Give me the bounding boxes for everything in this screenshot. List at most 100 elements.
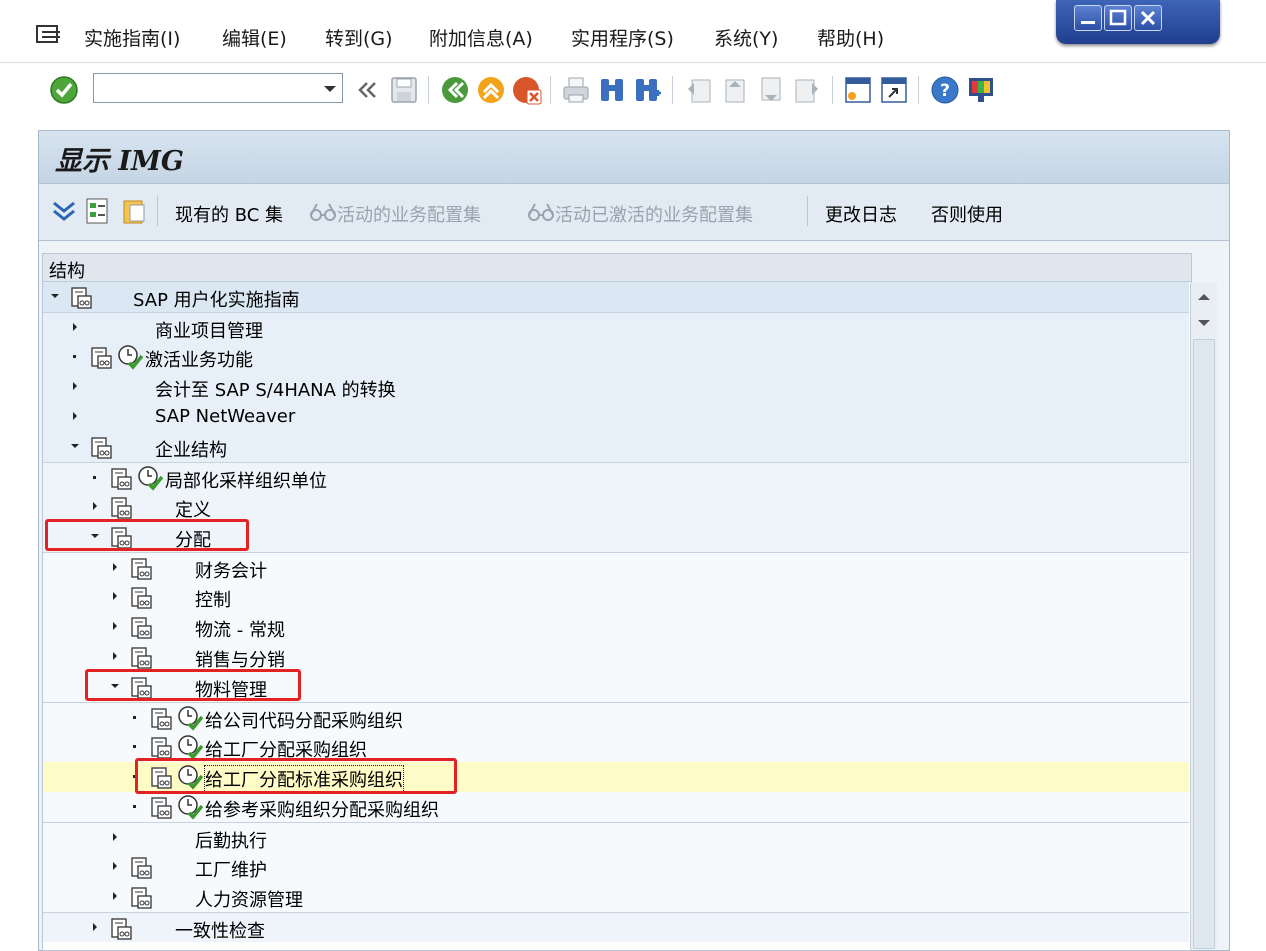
tree-node[interactable]: 一致性检查 bbox=[43, 912, 1189, 942]
tree-node-label[interactable]: 一致性检查 bbox=[175, 917, 265, 943]
tree-node-label[interactable]: 给公司代码分配采购组织 bbox=[205, 707, 403, 733]
tree-node[interactable]: 后勤执行 bbox=[43, 822, 1189, 852]
document-icon[interactable] bbox=[129, 646, 153, 670]
tree-node-label[interactable]: 物流 - 常规 bbox=[195, 616, 285, 642]
tree-node[interactable]: 商业项目管理 bbox=[43, 312, 1189, 342]
menu-item-system[interactable]: 系统(Y) bbox=[714, 24, 778, 51]
expand-arrow-icon[interactable] bbox=[73, 412, 77, 420]
expand-arrow-icon[interactable] bbox=[113, 622, 117, 630]
expand-arrow-icon[interactable] bbox=[73, 323, 77, 331]
document-icon[interactable] bbox=[149, 796, 173, 820]
structure-icon[interactable] bbox=[85, 197, 111, 225]
tree-node[interactable]: SAP 用户化实施指南 bbox=[43, 282, 1189, 312]
tree-node[interactable]: 物流 - 常规 bbox=[43, 612, 1189, 642]
tree-node[interactable]: 人力资源管理 bbox=[43, 882, 1189, 912]
prev-page-icon[interactable] bbox=[720, 75, 750, 105]
document-icon[interactable] bbox=[129, 557, 153, 581]
tree-node[interactable]: 会计至 SAP S/4HANA 的转换 bbox=[43, 372, 1189, 402]
tree-node-label[interactable]: 局部化采样组织单位 bbox=[165, 467, 327, 493]
document-icon[interactable] bbox=[89, 436, 113, 460]
close-icon[interactable] bbox=[1134, 5, 1162, 31]
tree-node[interactable]: 财务会计 bbox=[43, 552, 1189, 582]
customize-layout-icon[interactable] bbox=[966, 75, 996, 105]
tree-node-label[interactable]: SAP 用户化实施指南 bbox=[133, 286, 300, 312]
execute-activity-icon[interactable] bbox=[137, 465, 164, 491]
document-icon[interactable] bbox=[69, 286, 93, 310]
execute-activity-icon[interactable] bbox=[177, 705, 204, 731]
document-icon[interactable] bbox=[129, 856, 153, 880]
tree-node-label[interactable]: 控制 bbox=[195, 586, 231, 612]
scroll-up-icon[interactable] bbox=[1194, 287, 1214, 307]
shortcut-icon[interactable] bbox=[879, 75, 909, 105]
expand-arrow-icon[interactable] bbox=[113, 652, 117, 660]
tree-node-label[interactable]: 给参考采购组织分配采购组织 bbox=[205, 796, 439, 822]
document-icon[interactable] bbox=[109, 467, 133, 491]
activated-bc-sets-button[interactable]: 活动已激活的业务配置集 bbox=[555, 201, 753, 227]
command-field[interactable] bbox=[93, 73, 343, 103]
tree-node[interactable]: 给参考采购组织分配采购组织 bbox=[43, 792, 1189, 822]
collapse-arrow-icon[interactable] bbox=[51, 294, 59, 298]
collapse-arrow-icon[interactable] bbox=[71, 444, 79, 448]
tree-node-label[interactable]: 财务会计 bbox=[195, 557, 267, 583]
tree-node-label[interactable]: 激活业务功能 bbox=[145, 346, 253, 372]
document-icon[interactable] bbox=[89, 346, 113, 370]
tree-node[interactable]: 工厂维护 bbox=[43, 852, 1189, 882]
execute-activity-icon[interactable] bbox=[177, 794, 204, 820]
tree-node-label[interactable]: 工厂维护 bbox=[195, 856, 267, 882]
expand-arrow-icon[interactable] bbox=[73, 382, 77, 390]
expand-arrow-icon[interactable] bbox=[93, 923, 97, 931]
exit-icon[interactable] bbox=[476, 75, 506, 105]
tree-node-label[interactable]: 人力资源管理 bbox=[195, 886, 303, 912]
document-icon[interactable] bbox=[149, 736, 173, 760]
tree-node[interactable]: 销售与分销 bbox=[43, 642, 1189, 672]
expand-arrow-icon[interactable] bbox=[113, 892, 117, 900]
tree-node-label[interactable]: 企业结构 bbox=[155, 436, 227, 462]
expand-arrow-icon[interactable] bbox=[113, 833, 117, 841]
back-icon[interactable] bbox=[440, 75, 470, 105]
menu-item-goto[interactable]: 转到(G) bbox=[325, 24, 393, 51]
tree-node[interactable]: 激活业务功能 bbox=[43, 342, 1189, 372]
bc-sets-button[interactable]: 现有的 BC 集 bbox=[175, 201, 283, 227]
back-chevron-icon[interactable] bbox=[353, 75, 383, 105]
help-icon[interactable]: ? bbox=[930, 75, 960, 105]
new-session-icon[interactable] bbox=[843, 75, 873, 105]
document-icon[interactable] bbox=[149, 707, 173, 731]
dropdown-arrow-icon[interactable] bbox=[324, 86, 336, 92]
document-icon[interactable] bbox=[109, 496, 133, 520]
document-icon[interactable] bbox=[129, 886, 153, 910]
tree-node-label[interactable]: 会计至 SAP S/4HANA 的转换 bbox=[155, 376, 396, 402]
menu-toggle-icon[interactable] bbox=[36, 24, 62, 46]
tree-node-label[interactable]: 商业项目管理 bbox=[155, 317, 263, 343]
expand-arrow-icon[interactable] bbox=[113, 862, 117, 870]
expand-arrow-icon[interactable] bbox=[113, 563, 117, 571]
vertical-scrollbar[interactable] bbox=[1190, 283, 1217, 949]
enter-icon[interactable] bbox=[49, 75, 79, 105]
minimize-icon[interactable] bbox=[1074, 5, 1102, 31]
tree-node[interactable]: 控制 bbox=[43, 582, 1189, 612]
print-icon[interactable] bbox=[561, 75, 591, 105]
menu-item-extras[interactable]: 附加信息(A) bbox=[429, 24, 533, 51]
expand-all-icon[interactable] bbox=[51, 198, 77, 224]
menu-item-help[interactable]: 帮助(H) bbox=[817, 24, 884, 51]
scroll-thumb[interactable] bbox=[1193, 339, 1215, 949]
save-icon[interactable] bbox=[389, 75, 419, 105]
execute-activity-icon[interactable] bbox=[177, 734, 204, 760]
menu-item-utilities[interactable]: 实用程序(S) bbox=[571, 24, 674, 51]
find-icon[interactable] bbox=[597, 75, 627, 105]
first-page-icon[interactable] bbox=[684, 75, 714, 105]
maximize-icon[interactable] bbox=[1104, 5, 1132, 31]
tree-node-label[interactable]: 后勤执行 bbox=[195, 827, 267, 853]
change-log-button[interactable]: 更改日志 bbox=[825, 201, 897, 227]
release-notes-button[interactable]: 否则使用 bbox=[931, 201, 1003, 227]
document-icon[interactable] bbox=[129, 616, 153, 640]
find-next-icon[interactable] bbox=[633, 75, 663, 105]
active-bc-sets-button[interactable]: 活动的业务配置集 bbox=[337, 201, 481, 227]
tree-node[interactable]: 企业结构 bbox=[43, 432, 1189, 462]
expand-arrow-icon[interactable] bbox=[113, 592, 117, 600]
last-page-icon[interactable] bbox=[792, 75, 822, 105]
tree-node[interactable]: 局部化采样组织单位 bbox=[43, 462, 1189, 492]
tree-node[interactable]: 给公司代码分配采购组织 bbox=[43, 702, 1189, 732]
tree-node[interactable]: 定义 bbox=[43, 492, 1189, 522]
scroll-down-icon[interactable] bbox=[1194, 313, 1214, 333]
document-icon[interactable] bbox=[109, 917, 133, 941]
